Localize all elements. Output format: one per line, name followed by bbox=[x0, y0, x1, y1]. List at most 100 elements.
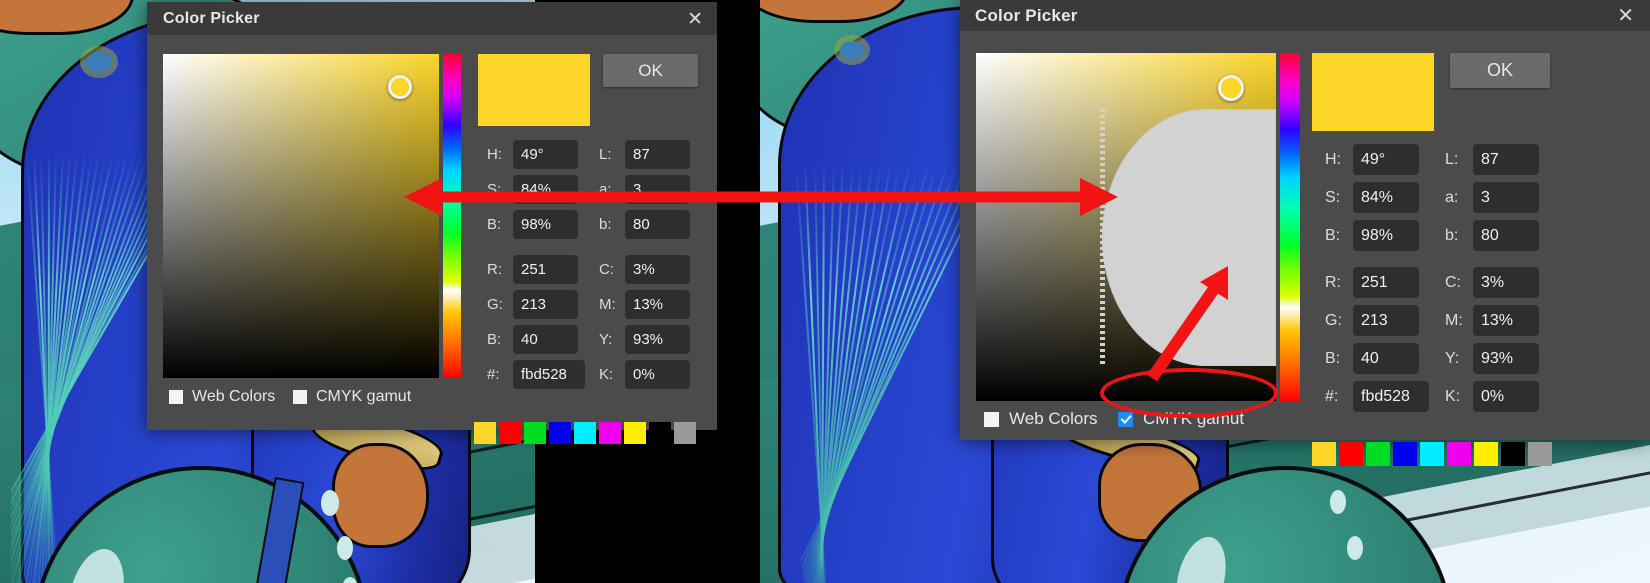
ok-button-left[interactable]: OK bbox=[603, 54, 698, 87]
color-picker-dialog-right: Color Picker ✕ OK H: 49° S: 84% B: 98% R… bbox=[960, 0, 1650, 466]
swatch-0[interactable] bbox=[474, 422, 496, 444]
swatch-7[interactable] bbox=[649, 422, 671, 444]
field-value-h-left[interactable]: 49° bbox=[513, 140, 578, 169]
field-value-g-left[interactable]: 213 bbox=[513, 290, 578, 319]
field-value-hex-right[interactable]: fbd528 bbox=[1353, 381, 1429, 412]
close-icon[interactable]: ✕ bbox=[687, 10, 703, 29]
checkbox-label: Web Colors bbox=[192, 388, 276, 405]
swatch-8[interactable] bbox=[674, 422, 696, 444]
field-a-left: a: 3 bbox=[599, 175, 690, 204]
field-label: #: bbox=[487, 366, 500, 383]
swatch-5[interactable] bbox=[599, 422, 621, 444]
field-value-blab-left[interactable]: 80 bbox=[625, 210, 690, 239]
field-label: M: bbox=[599, 296, 616, 313]
field-label: C: bbox=[1445, 273, 1461, 291]
field-s-right: S: 84% bbox=[1325, 182, 1419, 213]
checkbox-box[interactable] bbox=[1118, 411, 1133, 427]
field-s-left: S: 84% bbox=[487, 175, 578, 204]
field-label: G: bbox=[1325, 311, 1342, 329]
field-b-bright-left: B: 98% bbox=[487, 210, 578, 239]
field-value-y-left[interactable]: 93% bbox=[625, 325, 690, 354]
dialog-titlebar[interactable]: Color Picker ✕ bbox=[960, 0, 1650, 31]
swatch-1[interactable] bbox=[1339, 442, 1363, 466]
field-h-left: H: 49° bbox=[487, 140, 578, 169]
field-value-s-left[interactable]: 84% bbox=[513, 175, 578, 204]
field-label: B: bbox=[487, 216, 502, 233]
swatch-palette-left bbox=[474, 422, 696, 444]
field-value-l-left[interactable]: 87 bbox=[625, 140, 690, 169]
swatch-3[interactable] bbox=[549, 422, 571, 444]
field-a-right: a: 3 bbox=[1445, 182, 1539, 213]
saturation-value-field-right[interactable] bbox=[976, 53, 1276, 401]
swatch-4[interactable] bbox=[574, 422, 596, 444]
dialog-title: Color Picker bbox=[975, 5, 1078, 25]
checkbox-cmyk-gamut-left[interactable]: CMYK gamut bbox=[293, 388, 411, 406]
color-marker-left[interactable] bbox=[388, 75, 412, 99]
swatch-4[interactable] bbox=[1420, 442, 1444, 466]
field-value-r-right[interactable]: 251 bbox=[1353, 267, 1419, 298]
field-value-m-right[interactable]: 13% bbox=[1473, 305, 1539, 336]
color-preview-left bbox=[478, 54, 590, 126]
field-h-right: H: 49° bbox=[1325, 144, 1419, 175]
close-icon[interactable]: ✕ bbox=[1617, 6, 1634, 26]
checkbox-box[interactable] bbox=[169, 390, 183, 404]
peacock-eye bbox=[840, 40, 865, 59]
field-c-right: C: 3% bbox=[1445, 267, 1539, 298]
field-value-m-left[interactable]: 13% bbox=[625, 290, 690, 319]
swatch-2[interactable] bbox=[524, 422, 546, 444]
field-label: b: bbox=[1445, 226, 1459, 244]
field-value-a-right[interactable]: 3 bbox=[1473, 182, 1539, 213]
field-l-left: L: 87 bbox=[599, 140, 690, 169]
field-value-blab-right[interactable]: 80 bbox=[1473, 220, 1539, 251]
field-value-brightness-left[interactable]: 98% bbox=[513, 210, 578, 239]
swatch-1[interactable] bbox=[499, 422, 521, 444]
field-label: L: bbox=[1445, 150, 1459, 168]
field-b-blue-left: B: 40 bbox=[487, 325, 578, 354]
field-value-g-right[interactable]: 213 bbox=[1353, 305, 1419, 336]
dialog-titlebar[interactable]: Color Picker ✕ bbox=[147, 2, 717, 35]
swatch-5[interactable] bbox=[1447, 442, 1471, 466]
field-r-right: R: 251 bbox=[1325, 267, 1419, 298]
field-value-hex-left[interactable]: fbd528 bbox=[513, 360, 585, 389]
field-value-brightness-right[interactable]: 98% bbox=[1353, 220, 1419, 251]
swatch-6[interactable] bbox=[624, 422, 646, 444]
checkbox-web-colors-left[interactable]: Web Colors bbox=[169, 388, 275, 406]
ok-button-right[interactable]: OK bbox=[1450, 53, 1550, 88]
hue-strip-right[interactable] bbox=[1280, 53, 1300, 401]
field-blab-left: b: 80 bbox=[599, 210, 690, 239]
checkbox-box[interactable] bbox=[984, 411, 999, 427]
field-label: K: bbox=[1445, 387, 1461, 405]
swatch-6[interactable] bbox=[1474, 442, 1498, 466]
swatch-3[interactable] bbox=[1393, 442, 1417, 466]
field-value-c-right[interactable]: 3% bbox=[1473, 267, 1539, 298]
field-value-a-left[interactable]: 3 bbox=[625, 175, 690, 204]
color-preview-right bbox=[1312, 53, 1434, 131]
swatch-7[interactable] bbox=[1501, 442, 1525, 466]
checkbox-box[interactable] bbox=[293, 390, 307, 404]
field-label: L: bbox=[599, 146, 612, 163]
saturation-value-field-left[interactable] bbox=[163, 54, 439, 378]
field-value-s-right[interactable]: 84% bbox=[1353, 182, 1419, 213]
field-value-l-right[interactable]: 87 bbox=[1473, 144, 1539, 175]
field-value-y-right[interactable]: 93% bbox=[1473, 343, 1539, 374]
field-label: b: bbox=[599, 216, 612, 233]
field-value-blue-left[interactable]: 40 bbox=[513, 325, 578, 354]
field-value-k-right[interactable]: 0% bbox=[1473, 381, 1539, 412]
checkbox-web-colors-right[interactable]: Web Colors bbox=[984, 409, 1098, 429]
field-k-left: K: 0% bbox=[599, 360, 690, 389]
field-value-c-left[interactable]: 3% bbox=[625, 255, 690, 284]
field-label: Y: bbox=[599, 331, 613, 348]
hue-strip-left[interactable] bbox=[443, 54, 461, 378]
swatch-8[interactable] bbox=[1528, 442, 1552, 466]
swatch-2[interactable] bbox=[1366, 442, 1390, 466]
field-value-r-left[interactable]: 251 bbox=[513, 255, 578, 284]
color-marker-right[interactable] bbox=[1218, 75, 1244, 101]
field-label: R: bbox=[1325, 273, 1341, 291]
pot-dot bbox=[1329, 489, 1346, 514]
swatch-0[interactable] bbox=[1312, 442, 1336, 466]
field-value-blue-right[interactable]: 40 bbox=[1353, 343, 1419, 374]
dialog-title: Color Picker bbox=[163, 9, 260, 27]
field-value-k-left[interactable]: 0% bbox=[625, 360, 690, 389]
field-label: H: bbox=[487, 146, 502, 163]
field-value-h-right[interactable]: 49° bbox=[1353, 144, 1419, 175]
